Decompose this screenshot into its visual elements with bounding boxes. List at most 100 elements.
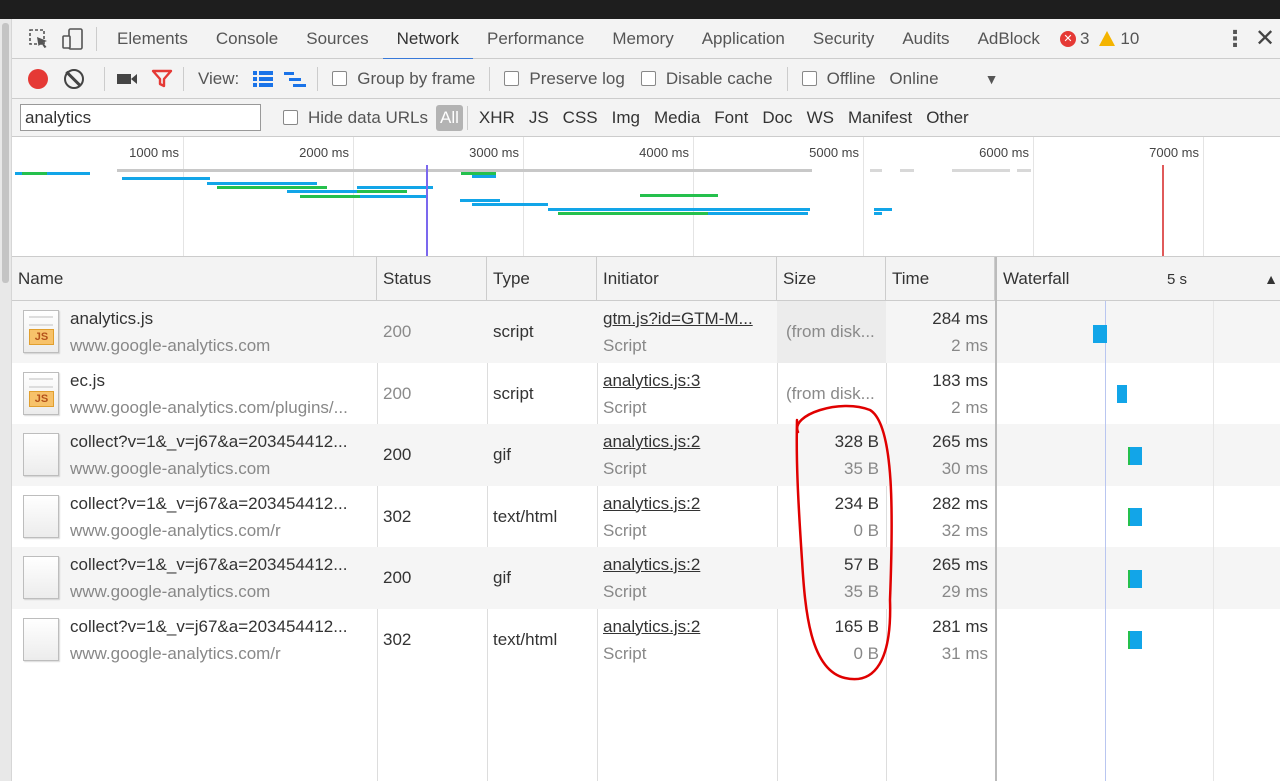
request-host: www.google-analytics.com/plugins/... <box>70 397 348 417</box>
error-count: 3 <box>1079 28 1090 48</box>
column-header-size[interactable]: Size <box>777 257 886 301</box>
checkbox-box[interactable] <box>801 71 817 86</box>
disable-cache-checkbox[interactable]: Disable cache <box>633 69 773 89</box>
tab-network[interactable]: Network <box>382 19 474 60</box>
column-header-waterfall[interactable]: Waterfall 5 s ▲ <box>995 257 1280 301</box>
close-icon[interactable]: ✕ <box>1250 19 1280 59</box>
size-cell: 165 B 0 B <box>777 609 886 671</box>
latency-value: 32 ms <box>941 520 988 540</box>
clear-button[interactable] <box>64 68 84 89</box>
tab-security[interactable]: Security <box>799 19 888 59</box>
tab-console[interactable]: Console <box>202 19 292 59</box>
more-options-icon[interactable]: ⋮ <box>1220 19 1250 59</box>
tab-performance[interactable]: Performance <box>473 19 598 59</box>
tab-audits[interactable]: Audits <box>888 19 963 59</box>
tab-sources[interactable]: Sources <box>292 19 382 59</box>
table-row[interactable]: collect?v=1&_v=j67&a=203454412... www.go… <box>12 609 995 671</box>
offline-checkbox[interactable]: Offline <box>794 69 875 89</box>
filter-type-img[interactable]: Img <box>605 105 647 131</box>
tab-elements[interactable]: Elements <box>103 19 202 59</box>
name-cell[interactable]: collect?v=1&_v=j67&a=203454412... www.go… <box>12 486 377 548</box>
checkbox-box[interactable] <box>283 110 298 125</box>
disable-cache-label: Disable cache <box>665 68 773 88</box>
table-row[interactable]: JS ec.js www.google-analytics.com/plugin… <box>12 363 995 425</box>
overview-request-bar <box>1017 169 1031 172</box>
network-overview[interactable]: 1000 ms 2000 ms 3000 ms 4000 ms 5000 ms … <box>12 137 1280 257</box>
filter-input[interactable] <box>20 104 261 131</box>
status-value: 200 <box>383 383 412 403</box>
request-host: www.google-analytics.com <box>70 582 271 601</box>
initiator-link[interactable]: analytics.js:2 <box>603 555 700 575</box>
throttling-select[interactable]: Online <box>889 69 938 89</box>
large-rows-icon[interactable] <box>247 59 279 99</box>
initiator-link[interactable]: gtm.js?id=GTM-M... <box>603 309 753 329</box>
filter-type-manifest[interactable]: Manifest <box>841 105 919 131</box>
waterfall-column[interactable] <box>995 301 1280 781</box>
checkbox-box[interactable] <box>504 71 520 86</box>
overview-gridline <box>863 137 864 256</box>
table-row[interactable]: collect?v=1&_v=j67&a=203454412... www.go… <box>12 486 995 548</box>
overview-gridline <box>1203 137 1204 256</box>
name-cell[interactable]: collect?v=1&_v=j67&a=203454412... www.go… <box>12 609 377 671</box>
status-value: 200 <box>383 568 412 587</box>
status-value: 200 <box>383 445 412 464</box>
filter-type-xhr[interactable]: XHR <box>472 105 522 131</box>
initiator-type: Script <box>603 520 647 540</box>
chevron-down-icon[interactable]: ▼ <box>985 71 999 87</box>
filter-type-font[interactable]: Font <box>707 105 755 131</box>
column-header-status[interactable]: Status <box>377 257 487 301</box>
capture-screenshots-icon[interactable] <box>115 59 139 99</box>
table-row[interactable]: collect?v=1&_v=j67&a=203454412... www.go… <box>12 424 995 486</box>
tab-adblock[interactable]: AdBlock <box>964 19 1054 59</box>
overview-request-bar <box>548 208 810 211</box>
inspect-element-icon[interactable] <box>22 19 56 59</box>
filter-type-other[interactable]: Other <box>919 105 976 131</box>
console-issues-counter[interactable]: ✕ 3 10 <box>1059 28 1139 49</box>
name-cell[interactable]: collect?v=1&_v=j67&a=203454412... www.go… <box>12 424 377 486</box>
request-name: collect?v=1&_v=j67&a=203454412... <box>70 432 348 451</box>
type-value: script <box>493 383 534 403</box>
left-scrollbar[interactable] <box>0 19 12 781</box>
waterfall-overview-icon[interactable] <box>279 59 311 99</box>
hide-data-urls-label: Hide data URLs <box>308 107 429 127</box>
checkbox-box[interactable] <box>332 71 348 86</box>
column-header-type[interactable]: Type <box>487 257 597 301</box>
group-by-frame-label: Group by frame <box>357 68 476 88</box>
table-row[interactable]: collect?v=1&_v=j67&a=203454412... www.go… <box>12 547 995 609</box>
filter-type-doc[interactable]: Doc <box>755 105 799 131</box>
column-header-name[interactable]: Name <box>12 257 377 301</box>
scrollbar-thumb[interactable] <box>2 23 9 283</box>
warning-icon <box>1099 31 1116 46</box>
column-header-initiator[interactable]: Initiator <box>597 257 777 301</box>
blank-file-icon <box>23 556 59 599</box>
preserve-log-checkbox[interactable]: Preserve log <box>496 69 625 89</box>
sort-arrow-icon[interactable]: ▲ <box>1264 271 1278 287</box>
initiator-link[interactable]: analytics.js:2 <box>603 494 700 514</box>
initiator-link[interactable]: analytics.js:2 <box>603 617 700 637</box>
initiator-link[interactable]: analytics.js:2 <box>603 432 700 452</box>
filter-icon[interactable] <box>147 59 177 99</box>
group-by-frame-checkbox[interactable]: Group by frame <box>324 69 475 89</box>
device-toolbar-icon[interactable] <box>56 19 90 59</box>
type-value: gif <box>493 568 511 587</box>
name-cell[interactable]: JS analytics.js www.google-analytics.com <box>12 301 377 363</box>
filter-type-all[interactable]: All <box>436 104 463 131</box>
tab-application[interactable]: Application <box>688 19 799 59</box>
checkbox-box[interactable] <box>640 71 656 86</box>
record-button[interactable] <box>28 68 48 89</box>
filter-type-media[interactable]: Media <box>647 105 707 131</box>
name-cell[interactable]: JS ec.js www.google-analytics.com/plugin… <box>12 363 377 425</box>
filter-type-css[interactable]: CSS <box>556 105 605 131</box>
initiator-link[interactable]: analytics.js:3 <box>603 371 700 391</box>
tab-memory[interactable]: Memory <box>598 19 687 59</box>
table-row[interactable]: JS analytics.js www.google-analytics.com… <box>12 301 995 363</box>
view-label: View: <box>198 68 240 88</box>
content-size-value: 35 B <box>844 459 879 478</box>
name-cell[interactable]: collect?v=1&_v=j67&a=203454412... www.go… <box>12 547 377 609</box>
filter-type-ws[interactable]: WS <box>800 105 841 131</box>
filter-type-js[interactable]: JS <box>522 105 556 131</box>
time-value: 284 ms <box>932 309 988 328</box>
hide-data-urls-checkbox[interactable]: Hide data URLs <box>275 108 428 128</box>
column-header-time[interactable]: Time <box>886 257 995 301</box>
size-cell: (from disk... <box>777 301 886 363</box>
